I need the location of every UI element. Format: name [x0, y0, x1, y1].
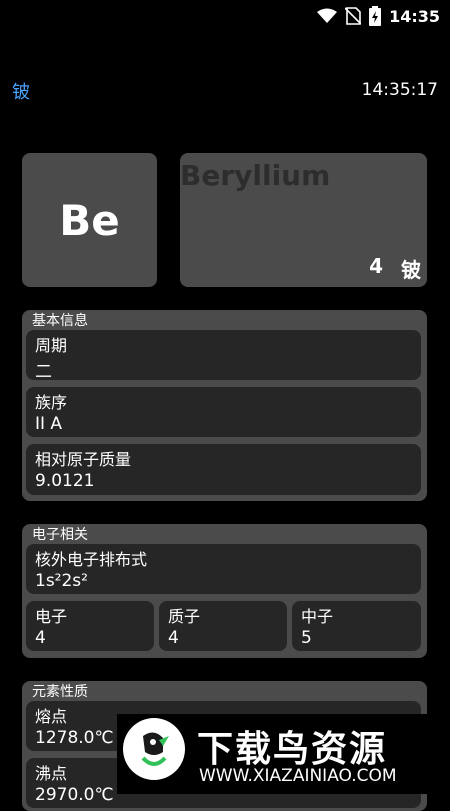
element-name-card: Beryllium 4 铍: [180, 153, 427, 287]
section-title: 电子相关: [32, 527, 88, 543]
field-value: 1s²2s²: [35, 571, 88, 591]
element-name: Beryllium: [180, 159, 331, 192]
app-title: 铍: [12, 82, 30, 103]
battery-charging-icon: [369, 6, 382, 26]
field-value: 4: [168, 628, 179, 648]
field-value: 2970.0℃: [35, 785, 114, 805]
field-value: 1278.0℃: [35, 728, 114, 748]
field-label: 族序: [35, 393, 68, 412]
section-title: 基本信息: [32, 313, 88, 329]
section-title: 元素性质: [32, 684, 88, 700]
electrons-field: 电子 4: [26, 601, 154, 651]
field-label: 核外电子排布式: [35, 550, 148, 569]
status-bar: 14:35: [0, 0, 450, 32]
clock: 14:35:17: [361, 80, 438, 100]
app-bar: 铍 14:35:17: [0, 78, 450, 106]
element-symbol: Be: [59, 195, 120, 245]
field-label: 熔点: [35, 707, 68, 726]
basic-info-section: 基本信息 周期 二 族序 II A 相对原子质量 9.0121: [22, 310, 427, 501]
watermark-text: 下载鸟资源: [197, 729, 388, 770]
status-time: 14:35: [389, 6, 440, 26]
electron-config-field: 核外电子排布式 1s²2s²: [26, 544, 421, 594]
atomic-number: 4: [369, 254, 383, 278]
element-symbol-card: Be: [22, 153, 157, 287]
field-value: 5: [301, 628, 312, 648]
field-label: 中子: [301, 607, 334, 626]
field-value: 二: [35, 362, 52, 382]
watermark-url: WWW.XIAZAINIAO.COM: [199, 766, 397, 786]
neutrons-field: 中子 5: [292, 601, 421, 651]
bird-logo-icon: [123, 718, 185, 780]
no-sim-icon: [345, 7, 362, 25]
field-label: 电子: [35, 607, 68, 626]
field-value: II A: [35, 414, 63, 434]
watermark: 下载鸟资源 WWW.XIAZAINIAO.COM: [117, 714, 433, 794]
element-cn-name: 铍: [401, 258, 421, 282]
wifi-icon: [317, 8, 338, 24]
field-value: 4: [35, 628, 46, 648]
electron-section: 电子相关 核外电子排布式 1s²2s² 电子 4 质子 4 中子 5: [22, 524, 427, 658]
period-field: 周期 二: [26, 330, 421, 382]
field-label: 相对原子质量: [35, 450, 132, 469]
field-value: 9.0121: [35, 471, 95, 491]
field-label: 沸点: [35, 764, 68, 783]
protons-field: 质子 4: [159, 601, 287, 651]
group-field: 族序 II A: [26, 387, 421, 437]
atomic-mass-field: 相对原子质量 9.0121: [26, 444, 421, 495]
field-label: 质子: [168, 607, 201, 626]
field-label: 周期: [35, 336, 68, 355]
